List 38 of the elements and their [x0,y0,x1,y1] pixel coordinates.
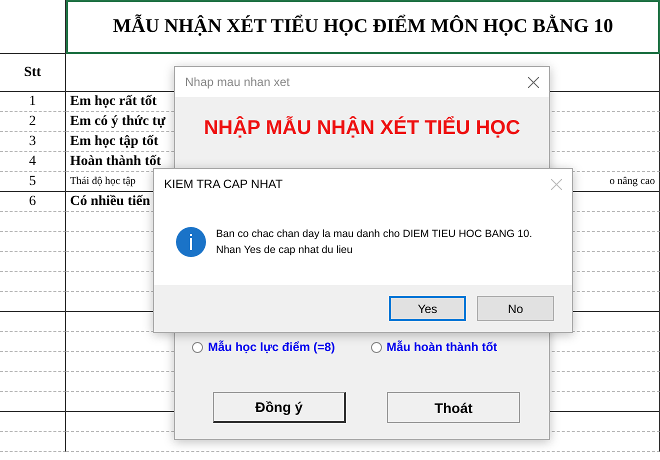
yes-button[interactable]: Yes [389,296,466,321]
column-header: Stt [0,54,66,92]
table-cell [0,352,66,372]
table-cell [0,332,66,352]
cell-text: Em có ý thức tự [70,114,166,130]
radio-label[interactable]: Mẫu học lực điểm (=8) [208,340,336,354]
table-cell [0,412,66,432]
info-icon [176,227,206,257]
table-cell [0,292,66,312]
table-cell [0,392,66,412]
table-cell: 4 [0,152,66,172]
table-cell: 2 [0,112,66,132]
cell-text: Có nhiều tiến [70,194,150,210]
sheet-title: MẪU NHẬN XÉT TIỂU HỌC ĐIỂM MÔN HỌC BẰNG 10 [66,0,660,54]
cell-text: Hoàn thành tốt [70,154,162,170]
table-cell [0,0,66,54]
table-cell: 6 [0,192,66,212]
table-cell: 5 [0,172,66,192]
table-cell [0,372,66,392]
message-text: Ban co chac chan day la mau danh cho DIEM TIEU HOC BANG 10. [216,228,532,240]
radio-button[interactable] [370,342,382,352]
window-title: KIEM TRA CAP NHAT [164,177,283,191]
no-button[interactable]: No [477,296,554,321]
cell-text: Em học rất tốt [70,94,157,110]
table-cell: 3 [0,132,66,152]
radio-button[interactable] [192,342,203,352]
form-heading: NHẬP MẪU NHẬN XÉT TIỂU HỌC [202,117,522,140]
table-cell [0,432,66,452]
cell-text: o nâng cao [610,176,655,187]
exit-button[interactable]: Thoát [387,392,520,423]
radio-label[interactable]: Mẫu hoàn thành tốt [386,340,498,354]
cell-text: Em học tập tốt [70,134,158,150]
window-title: Nhap mau nhan xet [185,75,290,89]
ok-button[interactable]: Đồng ý [213,392,346,423]
close-icon[interactable] [528,76,539,88]
table-cell: 1 [0,92,66,112]
cell-text: Thái độ học tập [70,176,136,187]
message-text: Nhan Yes de cap nhat du lieu [216,244,354,256]
